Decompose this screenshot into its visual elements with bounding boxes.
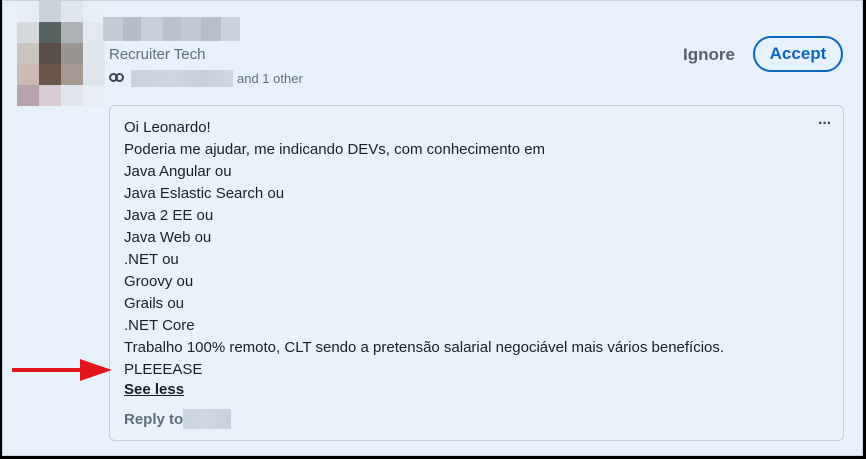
message-line: Groovy ou (124, 273, 194, 290)
see-less-link[interactable]: See less (124, 379, 184, 401)
message-line: Trabalho 100% remoto, CLT sendo a preten… (124, 339, 725, 356)
message-line: .NET Core (124, 317, 195, 334)
message-line: Java 2 EE ou (124, 207, 214, 224)
message-line: Oi Leonardo! (124, 119, 211, 136)
message-line: PLEEEASE (124, 361, 203, 378)
reply-button[interactable]: Reply to (124, 408, 232, 430)
mutual-connections-icon (109, 72, 127, 84)
reply-name-redacted (183, 409, 232, 429)
annotation-arrow-icon (12, 359, 112, 381)
message-body: Oi Leonardo! Poderia me ajudar, me indic… (124, 117, 724, 381)
message-line: .NET ou (124, 251, 179, 268)
avatar[interactable] (17, 1, 105, 106)
accept-button[interactable]: Accept (753, 36, 843, 72)
message-line: Java Angular ou (124, 163, 232, 180)
mutual-suffix: and 1 other (237, 70, 303, 86)
ignore-button[interactable]: Ignore (679, 41, 739, 69)
more-options-icon[interactable]: ··· (818, 116, 832, 132)
message-line: Grails ou (124, 295, 185, 312)
message-line: Java Web ou (124, 229, 212, 246)
reply-label: Reply to (124, 410, 184, 428)
headline: Recruiter Tech (109, 46, 206, 63)
name-redacted[interactable] (103, 17, 240, 41)
message-line: Java Eslastic Search ou (124, 185, 285, 202)
invitation-panel: Recruiter Tech and 1 other Ignore Accept… (2, 0, 863, 456)
mutual-connections[interactable]: and 1 other (109, 68, 303, 88)
message-card: ··· Oi Leonardo! Poderia me ajudar, me i… (109, 105, 844, 441)
mutual-name-redacted (131, 69, 233, 87)
message-line: Poderia me ajudar, me indicando DEVs, co… (124, 141, 546, 158)
